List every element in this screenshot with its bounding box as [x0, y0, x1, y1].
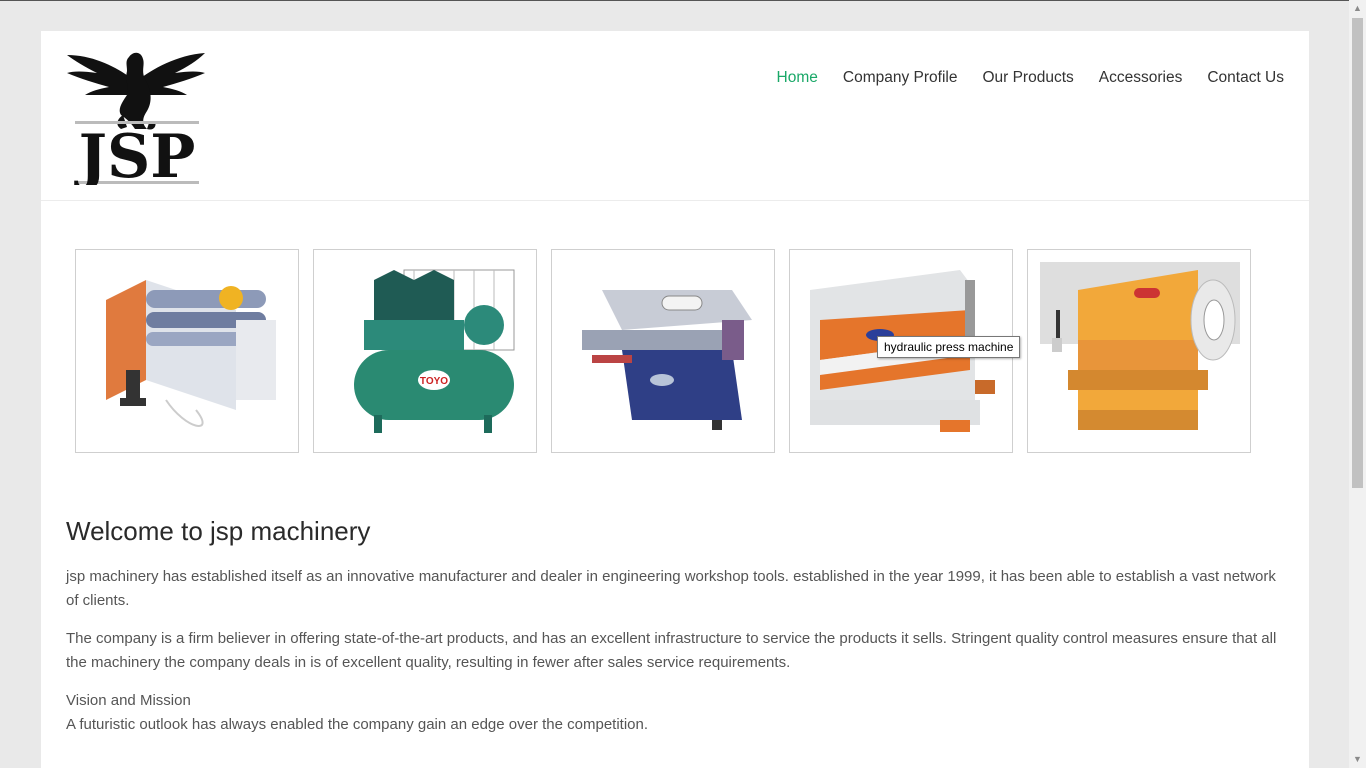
vision-title: Vision and Mission	[66, 692, 191, 709]
product-gallery: TOYO	[75, 249, 1251, 453]
nav-home[interactable]: Home	[777, 69, 818, 87]
page-container: JSP Home Company Profile Our Products Ac…	[41, 31, 1309, 768]
air-compressor-image: TOYO	[324, 260, 528, 444]
power-press-machine-image	[1038, 260, 1242, 444]
plate-rolling-machine-image	[86, 260, 290, 444]
nav-company-profile[interactable]: Company Profile	[843, 69, 958, 87]
welcome-section: Welcome to jsp machinery jsp machinery h…	[66, 516, 1288, 737]
gallery-item-power-press[interactable]	[1027, 249, 1251, 453]
gallery-item-air-compressor[interactable]: TOYO	[313, 249, 537, 453]
page-title: Welcome to jsp machinery	[66, 516, 371, 546]
vision-text: A futuristic outlook has always enabled …	[66, 716, 649, 733]
bandsaw-machine-image	[562, 260, 766, 444]
company-paragraph: The company is a firm believer in offeri…	[66, 630, 1277, 671]
scroll-up-arrow-icon[interactable]: ▲	[1349, 0, 1366, 17]
site-header: JSP Home Company Profile Our Products Ac…	[41, 31, 1309, 201]
vertical-scrollbar[interactable]: ▲ ▼	[1349, 0, 1366, 768]
gallery-item-bandsaw[interactable]	[551, 249, 775, 453]
logo-text: JSP	[74, 122, 196, 185]
nav-accessories[interactable]: Accessories	[1099, 69, 1183, 87]
intro-paragraph: jsp machinery has established itself as …	[66, 568, 1276, 609]
image-tooltip: hydraulic press machine	[877, 336, 1021, 358]
gallery-item-plate-rolling[interactable]	[75, 249, 299, 453]
toyo-badge: TOYO	[420, 376, 448, 387]
scroll-down-arrow-icon[interactable]: ▼	[1349, 751, 1366, 768]
window-top-border	[0, 0, 1366, 1]
pegasus-logo-icon[interactable]: JSP	[65, 49, 207, 185]
vision-block: Vision and Mission A futuristic outlook …	[66, 689, 1288, 737]
nav-our-products[interactable]: Our Products	[982, 69, 1073, 87]
scrollbar-thumb[interactable]	[1352, 18, 1363, 488]
nav-contact-us[interactable]: Contact Us	[1207, 69, 1284, 87]
main-nav: Home Company Profile Our Products Access…	[777, 69, 1284, 87]
